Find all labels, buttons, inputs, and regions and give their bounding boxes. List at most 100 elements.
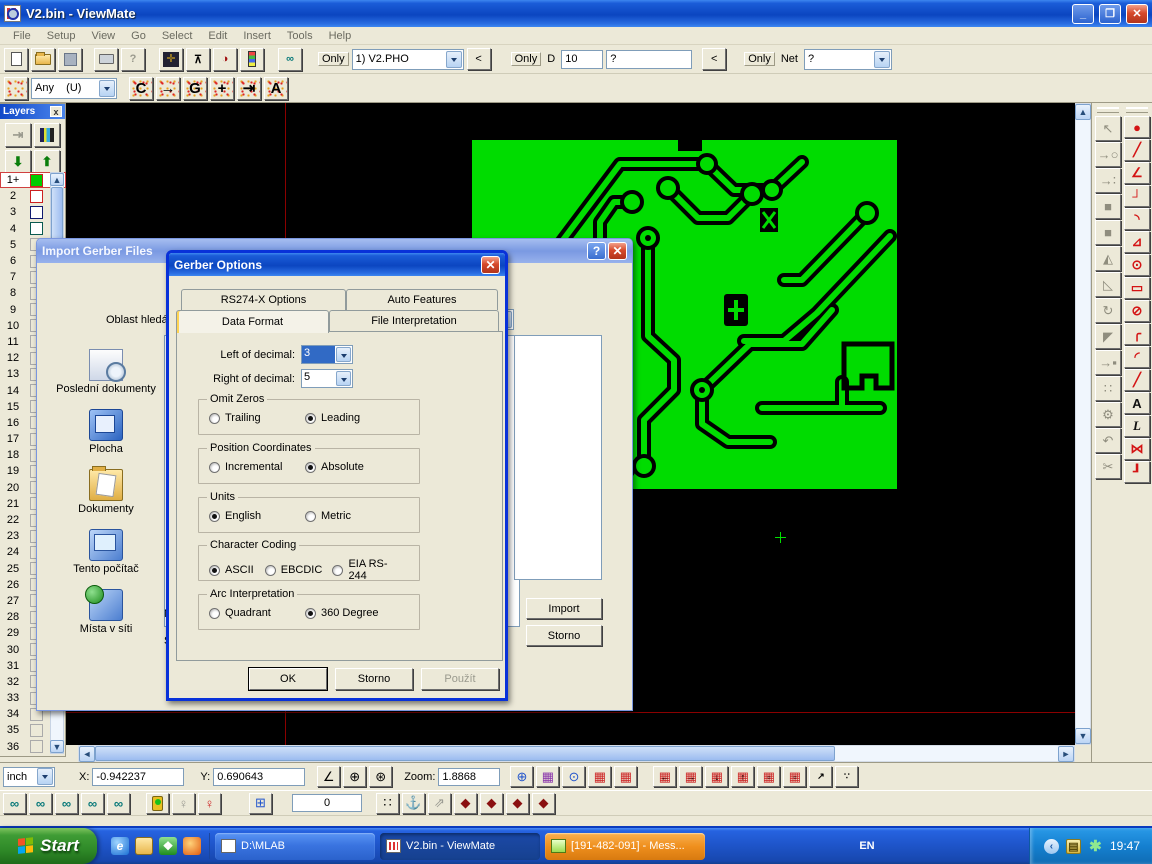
view-all-button[interactable]: ∞ (3, 793, 26, 814)
grid-a-button[interactable]: ▦ (588, 766, 611, 787)
transform-settings-tool[interactable]: ⚙ (1095, 402, 1121, 427)
radio-option[interactable]: English (209, 510, 301, 522)
lamp-off-button[interactable]: ♀ (172, 793, 195, 814)
view-traces-button[interactable]: ∞ (81, 793, 104, 814)
radio-option[interactable]: ASCII (209, 558, 251, 582)
radio-icon[interactable] (305, 413, 316, 424)
menu-item[interactable]: Tools (280, 29, 320, 43)
draw-arc-segment-tool[interactable]: ◜ (1124, 346, 1150, 368)
traces-filter-button[interactable]: → (156, 77, 180, 100)
draw-corner-tool[interactable]: ┘ (1124, 185, 1150, 207)
place-recent-documents[interactable]: Poslední dokumenty (50, 349, 162, 395)
view-pads-button[interactable]: ∞ (55, 793, 78, 814)
layer-color-swatch[interactable] (30, 222, 43, 235)
pan-down-button[interactable]: ▦ ↓ (705, 766, 728, 787)
restore-button[interactable]: ❐ (1099, 4, 1121, 24)
film-colors-button[interactable] (240, 48, 264, 71)
zoom-grid-button[interactable]: ▦ (536, 766, 559, 787)
radio-option[interactable]: 360 Degree (305, 607, 397, 619)
menu-item[interactable]: View (84, 29, 122, 43)
place-documents[interactable]: Dokumenty (50, 469, 162, 515)
draw-curve-tool[interactable]: ╭ (1124, 323, 1150, 345)
draw-circle-tool[interactable]: ⊙ (1124, 254, 1150, 276)
layer-insert-button[interactable]: ⇥ (5, 123, 31, 147)
array-tool[interactable]: ∷ (1095, 376, 1121, 401)
selection-type-combo[interactable]: Any (U) (31, 78, 117, 99)
layer-color-swatch[interactable] (30, 724, 43, 737)
pan-up-button[interactable]: ▦ ↑ (731, 766, 754, 787)
previous-layer-button[interactable]: < (467, 48, 491, 70)
layer-move-down-button[interactable]: ⬇ (5, 150, 31, 174)
chevron-down-icon[interactable] (99, 80, 115, 97)
active-layer-combo[interactable]: 1) V2.PHO (352, 49, 464, 70)
lamp-on-button[interactable]: ♀ (198, 793, 221, 814)
internet-explorer-icon[interactable]: e (111, 837, 129, 855)
task-explorer-mlab[interactable]: D:\MLAB (215, 833, 375, 860)
language-indicator[interactable]: EN (849, 840, 884, 852)
toolbar-grip[interactable] (1097, 107, 1119, 113)
route-corner-tool[interactable]: ┚ (1124, 461, 1150, 483)
angle-measure-button[interactable]: ∠ (317, 766, 340, 787)
chevron-down-icon[interactable] (37, 768, 53, 785)
scroll-right-icon[interactable]: ► (1058, 746, 1074, 762)
radio-option[interactable]: Trailing (209, 412, 301, 424)
rotate-tool[interactable]: ↻ (1095, 298, 1121, 323)
endpoints-filter-button[interactable]: ⇥ (237, 77, 261, 100)
menu-item[interactable]: Insert (236, 29, 278, 43)
radio-icon[interactable] (305, 462, 316, 473)
explorer-icon[interactable] (135, 837, 153, 855)
task-messenger[interactable]: [191-482-091] - Mess... (545, 833, 705, 860)
view-options-button[interactable]: ∞ (278, 48, 302, 71)
tray-icq-icon[interactable]: ✱ (1088, 839, 1103, 854)
cut-tool[interactable]: ✂ (1095, 454, 1121, 479)
text-filter-button[interactable]: A (264, 77, 288, 100)
layer-scroll-down-icon[interactable]: ▼ (50, 740, 64, 753)
snap-origin-button[interactable]: ⊛ (369, 766, 392, 787)
radio-option[interactable]: Leading (305, 412, 397, 424)
radio-option[interactable]: Absolute (305, 461, 397, 473)
mirror-tool[interactable]: ◭ (1095, 246, 1121, 271)
menu-item[interactable]: Edit (201, 29, 234, 43)
dialog-help-button[interactable]: ? (587, 242, 606, 260)
step-window-button[interactable]: ▦ ▫ (757, 766, 780, 787)
grid-size-field[interactable] (292, 794, 362, 812)
vertical-scrollbar[interactable]: ▲ ▼ (1075, 103, 1091, 745)
relative-move-button[interactable]: ⇗ (428, 793, 451, 814)
tray-chevron-icon[interactable]: ‹ (1044, 839, 1059, 854)
pan-left-button[interactable]: ▦ ← (653, 766, 676, 787)
tab-data-format[interactable]: Data Format (176, 310, 329, 333)
scale-tool[interactable]: ◤ (1095, 324, 1121, 349)
unit-combo[interactable]: inch (3, 767, 55, 787)
horizontal-scroll-thumb[interactable] (95, 746, 835, 761)
view-sketch-button[interactable]: ∞ (107, 793, 130, 814)
layers-panel-titlebar[interactable]: Layers x (0, 104, 65, 119)
radio-option[interactable]: Quadrant (209, 607, 301, 619)
resize-window-button[interactable]: ↗ (809, 766, 832, 787)
dcode-style-4-button[interactable]: ◆ (532, 793, 555, 814)
x-coordinate-field[interactable] (92, 768, 184, 786)
menu-item[interactable]: Go (124, 29, 153, 43)
undo-tool[interactable]: ↶ (1095, 428, 1121, 453)
net-combo[interactable]: ? (804, 49, 892, 70)
shear-tool[interactable]: ◺ (1095, 272, 1121, 297)
dcode-query-input[interactable] (606, 50, 692, 69)
view-lines-button[interactable]: ∞ (29, 793, 52, 814)
radio-icon[interactable] (209, 608, 220, 619)
save-file-button[interactable] (58, 48, 82, 71)
draw-triangle-tool[interactable]: ⊿ (1124, 231, 1150, 253)
draw-rectangle-tool[interactable]: ▭ (1124, 277, 1150, 299)
tab-auto-features[interactable]: Auto Features (346, 289, 498, 310)
highlight-mode-button[interactable] (146, 793, 169, 814)
draw-point-tool[interactable]: ● (1124, 116, 1150, 138)
layer-color-swatch[interactable] (30, 174, 43, 187)
draw-arc-tool[interactable]: ◝ (1124, 208, 1150, 230)
radio-icon[interactable] (305, 608, 316, 619)
layer-scroll-up-icon[interactable]: ▲ (50, 173, 64, 186)
firefox-icon[interactable] (183, 837, 201, 855)
text-tool[interactable]: A (1124, 392, 1150, 414)
layer-film-button[interactable] (34, 123, 60, 147)
select-tool[interactable]: ↖ (1095, 116, 1121, 141)
tile-windows-button[interactable]: ⊞ (249, 793, 272, 814)
fill-light-tool[interactable]: ■ (1095, 220, 1121, 245)
aperture-list-button[interactable]: ✛ (159, 48, 183, 71)
